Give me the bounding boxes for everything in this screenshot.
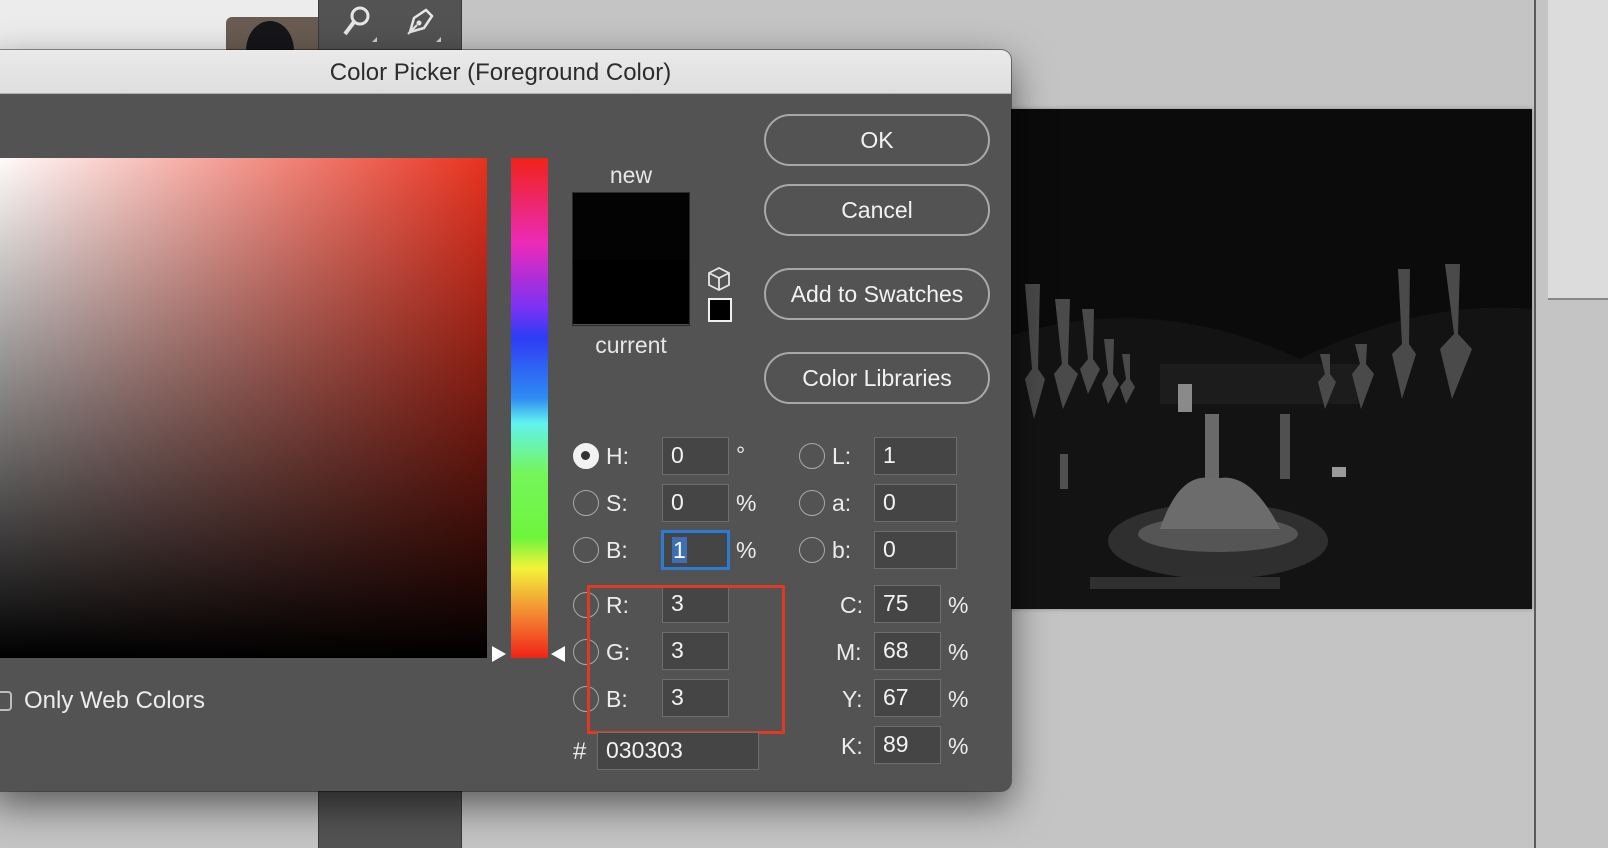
brightness-unit: % (736, 537, 757, 563)
color-preview-swatch (572, 192, 690, 326)
rgb-highlight-annotation (587, 585, 785, 734)
current-color-label: current (595, 332, 667, 358)
quick-selection-icon[interactable] (335, 4, 379, 44)
new-color-label: new (609, 162, 653, 188)
magenta-unit: % (948, 639, 969, 665)
brightness-radio[interactable] (573, 537, 599, 563)
yellow-unit: % (948, 686, 969, 712)
lab-a-input[interactable]: 0 (874, 484, 957, 522)
web-safe-color-swatch[interactable] (708, 298, 732, 322)
black-label: K: (841, 733, 863, 759)
brightness-label: B: (606, 537, 628, 563)
brightness-input[interactable]: 1 (662, 531, 729, 569)
black-input[interactable]: 89 (874, 726, 941, 764)
only-web-colors-label: Only Web Colors (24, 687, 205, 714)
hex-label: # (573, 738, 587, 765)
lab-l-input[interactable]: 1 (874, 437, 957, 475)
hue-slider-handle-right[interactable] (551, 646, 565, 662)
out-of-gamut-cube-icon[interactable] (706, 266, 732, 292)
only-web-colors-checkbox[interactable] (0, 691, 12, 711)
saturation-unit: % (736, 490, 757, 516)
magenta-label: M: (836, 639, 862, 665)
saturation-input[interactable]: 0 (662, 484, 729, 522)
right-panel-strip (1548, 0, 1608, 300)
saturation-radio[interactable] (573, 490, 599, 516)
hue-slider-handle-left[interactable] (492, 646, 506, 662)
hue-unit: ° (736, 442, 746, 468)
hue-label: H: (606, 443, 629, 469)
color-picker-dialog: Color Picker (Foreground Color) Only Web… (0, 50, 1011, 791)
cyan-label: C: (840, 592, 863, 618)
lab-a-radio[interactable] (799, 490, 825, 516)
color-libraries-button[interactable]: Color Libraries (764, 352, 990, 404)
cancel-button[interactable]: Cancel (764, 184, 990, 236)
dialog-title: Color Picker (Foreground Color) (0, 50, 1011, 94)
color-field[interactable] (0, 158, 487, 658)
current-color-swatch[interactable] (573, 260, 689, 324)
brightness-value: 1 (672, 537, 687, 563)
black-unit: % (948, 733, 969, 759)
document-canvas[interactable] (1000, 109, 1532, 609)
yellow-label: Y: (842, 686, 863, 712)
ok-button[interactable]: OK (764, 114, 990, 166)
canvas-image (1000, 109, 1532, 609)
panel-divider (1534, 0, 1536, 848)
lab-b-radio[interactable] (799, 537, 825, 563)
yellow-input[interactable]: 67 (874, 679, 941, 717)
only-web-colors-option[interactable]: Only Web Colors (0, 686, 205, 716)
cyan-unit: % (948, 592, 969, 618)
lab-l-radio[interactable] (799, 443, 825, 469)
magenta-input[interactable]: 68 (874, 632, 941, 670)
hue-input[interactable]: 0 (662, 437, 729, 475)
lab-a-label: a: (832, 490, 852, 516)
new-color-swatch (573, 193, 689, 260)
lab-b-input[interactable]: 0 (874, 531, 957, 569)
hue-radio[interactable] (573, 443, 599, 469)
hex-input[interactable]: 030303 (597, 732, 759, 770)
saturation-label: S: (606, 490, 628, 516)
add-to-swatches-button[interactable]: Add to Swatches (764, 268, 990, 320)
pen-icon[interactable] (399, 4, 443, 44)
cyan-input[interactable]: 75 (874, 585, 941, 623)
lab-b-label: b: (832, 537, 852, 563)
lab-l-label: L: (832, 443, 852, 469)
hue-slider[interactable] (511, 158, 548, 658)
